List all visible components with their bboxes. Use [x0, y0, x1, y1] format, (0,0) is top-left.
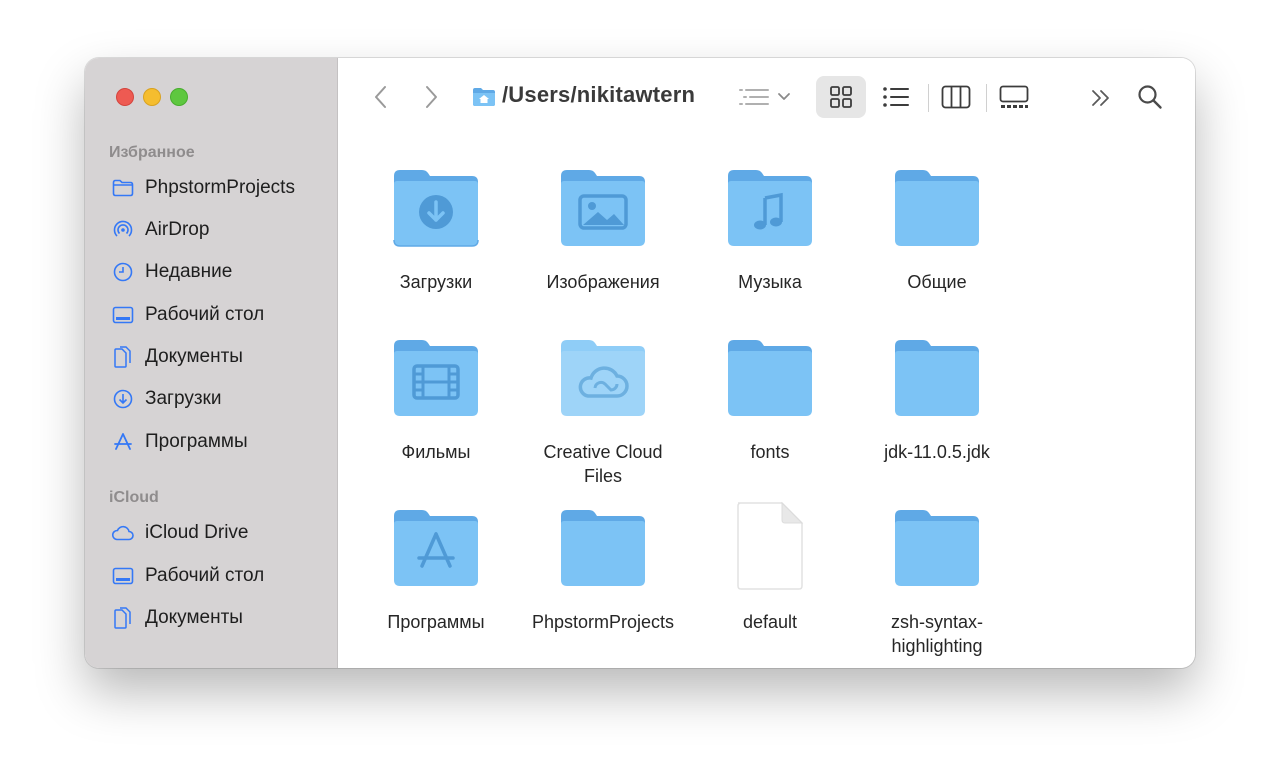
sidebar-item-label: Программы [145, 431, 248, 452]
desktop-icon [111, 303, 135, 327]
grid-item-fonts[interactable]: fonts [690, 338, 850, 464]
grid-item-default[interactable]: default [690, 500, 850, 634]
finder-window: Избранное PhpstormProjects AirDrop Недав… [85, 58, 1195, 668]
item-name: default [742, 612, 798, 632]
sidebar-item-label: Рабочий стол [145, 304, 265, 325]
chevron-double-right-icon [1092, 90, 1109, 106]
item-name: jdk-11.0.5.jdk [884, 442, 990, 462]
folder-icon [722, 338, 818, 422]
sidebar-item-phpstormprojects[interactable]: PhpstormProjects [111, 174, 295, 202]
documents-icon [111, 606, 135, 630]
grid-item-creative-cloud-files[interactable]: Creative Cloud Files [523, 338, 683, 488]
sidebar-item-label: AirDrop [145, 219, 210, 240]
sidebar-item-documents[interactable]: Документы [111, 343, 243, 371]
sidebar-item-downloads[interactable]: Загрузки [111, 385, 221, 413]
folder-icon [111, 176, 135, 200]
home-folder-icon [471, 85, 497, 109]
grid-item-downloads[interactable]: Загрузки [356, 168, 516, 294]
sidebar-item-label: Документы [145, 607, 243, 628]
folder-icon [555, 508, 651, 592]
columns-icon [941, 85, 971, 109]
toolbar: /Users/nikitawtern [338, 58, 1195, 136]
main-content: /Users/nikitawtern Загрузки Изображения … [338, 58, 1195, 668]
forward-button[interactable] [418, 82, 444, 112]
close-button[interactable] [116, 88, 134, 106]
clock-icon [111, 260, 135, 284]
grid-icon [830, 86, 852, 108]
sidebar-item-label: Недавние [145, 261, 233, 282]
search-icon [1138, 85, 1162, 109]
chevron-left-icon [375, 86, 386, 108]
window-title: /Users/nikitawtern [502, 82, 696, 107]
sidebar-item-applications[interactable]: Программы [111, 428, 248, 456]
cloud-icon [111, 521, 135, 545]
icon-view-button[interactable] [816, 76, 866, 118]
sidebar-item-desktop[interactable]: Рабочий стол [111, 301, 264, 329]
document-file-icon [722, 500, 818, 592]
grid-item-shared[interactable]: Общие [857, 168, 1017, 294]
column-view-button[interactable] [938, 82, 974, 112]
icloud-section-title: iCloud [109, 489, 159, 506]
sidebar-item-icloud-desktop[interactable]: Рабочий стол [111, 562, 264, 590]
sidebar-item-icloud-documents[interactable]: Документы [111, 604, 243, 632]
item-name: Изображения [546, 272, 660, 292]
folder-picture-icon [555, 168, 651, 252]
item-name: Фильмы [401, 442, 471, 462]
desktop-icon [111, 564, 135, 588]
folder-icon [889, 168, 985, 252]
chevron-right-icon [426, 86, 437, 108]
grid-item-pictures[interactable]: Изображения [523, 168, 683, 294]
search-button[interactable] [1135, 82, 1165, 112]
folder-creative-cloud-icon [555, 338, 651, 422]
folder-download-icon [388, 168, 484, 252]
favorites-section-title: Избранное [109, 144, 195, 161]
download-icon [111, 387, 135, 411]
folder-music-icon [722, 168, 818, 252]
item-name: PhpstormProjects [531, 612, 675, 632]
list-icon [883, 87, 909, 107]
grid-item-zsh-syntax-highlighting[interactable]: zsh-syntax-highlighting [857, 508, 1017, 658]
grid-item-applications[interactable]: Программы [356, 508, 516, 634]
toolbar-separator [928, 84, 929, 112]
sidebar-item-label: Документы [145, 346, 243, 367]
sidebar-item-icloud-drive[interactable]: iCloud Drive [111, 519, 248, 547]
group-by-button[interactable] [738, 84, 794, 110]
sidebar: Избранное PhpstormProjects AirDrop Недав… [85, 58, 338, 668]
sidebar-item-recents[interactable]: Недавние [111, 258, 232, 286]
item-name: Программы [387, 612, 485, 632]
toolbar-separator [986, 84, 987, 112]
applications-icon [111, 430, 135, 454]
sidebar-item-airdrop[interactable]: AirDrop [111, 216, 209, 244]
airdrop-icon [111, 218, 135, 242]
item-name: fonts [750, 442, 790, 462]
grid-item-jdk[interactable]: jdk-11.0.5.jdk [857, 338, 1017, 464]
sidebar-item-label: iCloud Drive [145, 522, 249, 543]
list-group-icon [739, 89, 790, 105]
folder-icon [889, 338, 985, 422]
sidebar-item-label: Загрузки [145, 388, 222, 409]
item-name: Загрузки [399, 272, 473, 292]
zoom-button[interactable] [170, 88, 188, 106]
minimize-button[interactable] [143, 88, 161, 106]
folder-icon [889, 508, 985, 592]
list-view-button[interactable] [878, 82, 914, 112]
gallery-view-button[interactable] [996, 82, 1032, 112]
folder-film-icon [388, 338, 484, 422]
back-button[interactable] [368, 82, 394, 112]
window-controls [116, 88, 188, 106]
sidebar-item-label: Рабочий стол [145, 565, 265, 586]
item-name: Общие [907, 272, 967, 292]
documents-icon [111, 345, 135, 369]
more-toolbar-button[interactable] [1086, 84, 1116, 112]
grid-item-phpstormprojects[interactable]: PhpstormProjects [523, 508, 683, 634]
grid-item-movies[interactable]: Фильмы [356, 338, 516, 464]
item-name: Creative Cloud Files [543, 442, 663, 486]
item-name: zsh-syntax-highlighting [890, 612, 984, 656]
item-name: Музыка [738, 272, 802, 292]
grid-item-music[interactable]: Музыка [690, 168, 850, 294]
sidebar-item-label: PhpstormProjects [145, 177, 295, 198]
gallery-icon [999, 85, 1029, 108]
folder-applications-icon [388, 508, 484, 592]
